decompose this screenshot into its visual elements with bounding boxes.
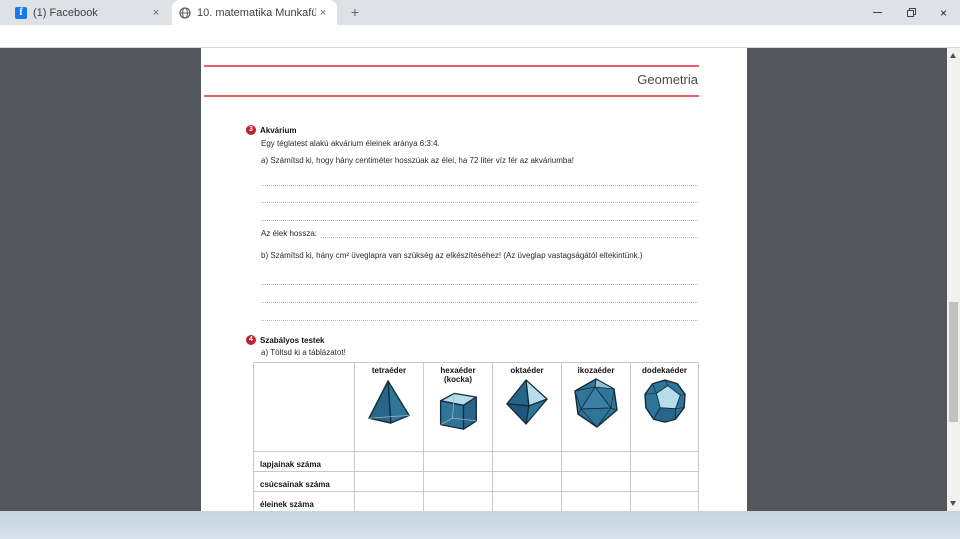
task3-number-badge: 3	[246, 125, 256, 135]
task3-part-b: b) Számítsd ki, hány cm² üveglapra van s…	[261, 251, 643, 260]
answer-line	[261, 220, 698, 221]
table-corner-cell	[254, 363, 355, 452]
tab-title: (1) Facebook	[33, 7, 149, 19]
answer-line	[321, 237, 698, 238]
table-row-label: csúcsainak száma	[254, 472, 355, 492]
table-cell	[493, 452, 562, 472]
table-cell	[562, 452, 631, 472]
task3-answer-label: Az élek hossza:	[261, 229, 317, 238]
table-col-ikozaeder: ikozaéder	[562, 363, 631, 452]
new-tab-button[interactable]: +	[347, 4, 363, 20]
tetrahedron-image	[367, 378, 411, 426]
table-cell	[631, 472, 699, 492]
minimize-icon	[873, 12, 882, 13]
table-row-label: éleinek száma	[254, 492, 355, 512]
globe-favicon-icon	[179, 7, 191, 19]
window-restore-button[interactable]	[894, 0, 927, 25]
restore-icon	[907, 9, 915, 17]
scroll-up-icon[interactable]	[950, 53, 956, 58]
tab-pdf-active[interactable]: 10. matematika Munkafüzet-56-5 ×	[172, 0, 337, 25]
header-rule-bottom	[204, 95, 699, 97]
icosahedron-image	[573, 378, 619, 428]
task4-title: Szabályos testek	[260, 336, 324, 345]
window-minimize-button[interactable]	[861, 0, 894, 25]
header-rule-top	[204, 65, 699, 67]
tab-strip: f (1) Facebook × 10. matematika Munkafüz…	[0, 0, 960, 25]
browser-toolbar: ← → ↻ ⓘ Fájl | C:/Users/rzsol/Desktop/10…	[0, 25, 960, 48]
taskbar: µ 15:07 2020. 05. 11. 2	[0, 511, 960, 539]
facebook-favicon-icon: f	[15, 7, 27, 19]
table-cell	[631, 492, 699, 512]
table-cell	[424, 492, 493, 512]
pdf-page: Geometria 3 Akvárium Egy téglatest alakú…	[201, 48, 747, 511]
tab-title: 10. matematika Munkafüzet-56-5	[197, 7, 316, 19]
table-col-hexaeder: hexaéder (kocka)	[424, 363, 493, 452]
table-cell	[355, 472, 424, 492]
table-col-tetraeder: tetraéder	[355, 363, 424, 452]
dodecahedron-image	[643, 378, 687, 424]
task3-intro: Egy téglatest alakú akvárium éleinek ará…	[261, 139, 440, 148]
pdf-viewer-area: Geometria 3 Akvárium Egy téglatest alakú…	[0, 48, 960, 511]
scrollbar[interactable]	[947, 48, 960, 511]
table-cell	[493, 492, 562, 512]
table-cell	[355, 492, 424, 512]
answer-line	[261, 320, 698, 321]
scrollbar-thumb[interactable]	[949, 302, 958, 422]
task4-number-badge: 4	[246, 335, 256, 345]
table-cell	[424, 452, 493, 472]
scroll-down-icon[interactable]	[950, 501, 956, 506]
task3-part-a: a) Számítsd ki, hogy hány centiméter hos…	[261, 156, 574, 165]
table-cell	[562, 472, 631, 492]
table-cell	[631, 452, 699, 472]
octahedron-image	[505, 378, 549, 426]
answer-line	[261, 302, 698, 303]
window-close-button[interactable]: ×	[927, 0, 960, 25]
task4-part-a: a) Töltsd ki a táblázatot!	[261, 348, 346, 357]
table-cell	[355, 452, 424, 472]
answer-line	[261, 284, 698, 285]
tab-close-icon[interactable]: ×	[149, 7, 163, 19]
answer-line	[261, 202, 698, 203]
table-cell	[424, 472, 493, 492]
polyhedra-table: tetraéder hexaéder (kocka)	[253, 362, 699, 511]
answer-line	[261, 185, 698, 186]
chapter-title: Geometria	[401, 72, 698, 87]
table-cell	[493, 472, 562, 492]
cube-image	[436, 387, 480, 431]
table-row-label: lapjainak száma	[254, 452, 355, 472]
task3-title: Akvárium	[260, 126, 296, 135]
table-cell	[562, 492, 631, 512]
tab-close-icon[interactable]: ×	[316, 7, 330, 19]
tab-facebook[interactable]: f (1) Facebook ×	[8, 0, 170, 25]
table-col-dodekaeder: dodekaéder	[631, 363, 699, 452]
table-col-oktaeder: oktaéder	[493, 363, 562, 452]
